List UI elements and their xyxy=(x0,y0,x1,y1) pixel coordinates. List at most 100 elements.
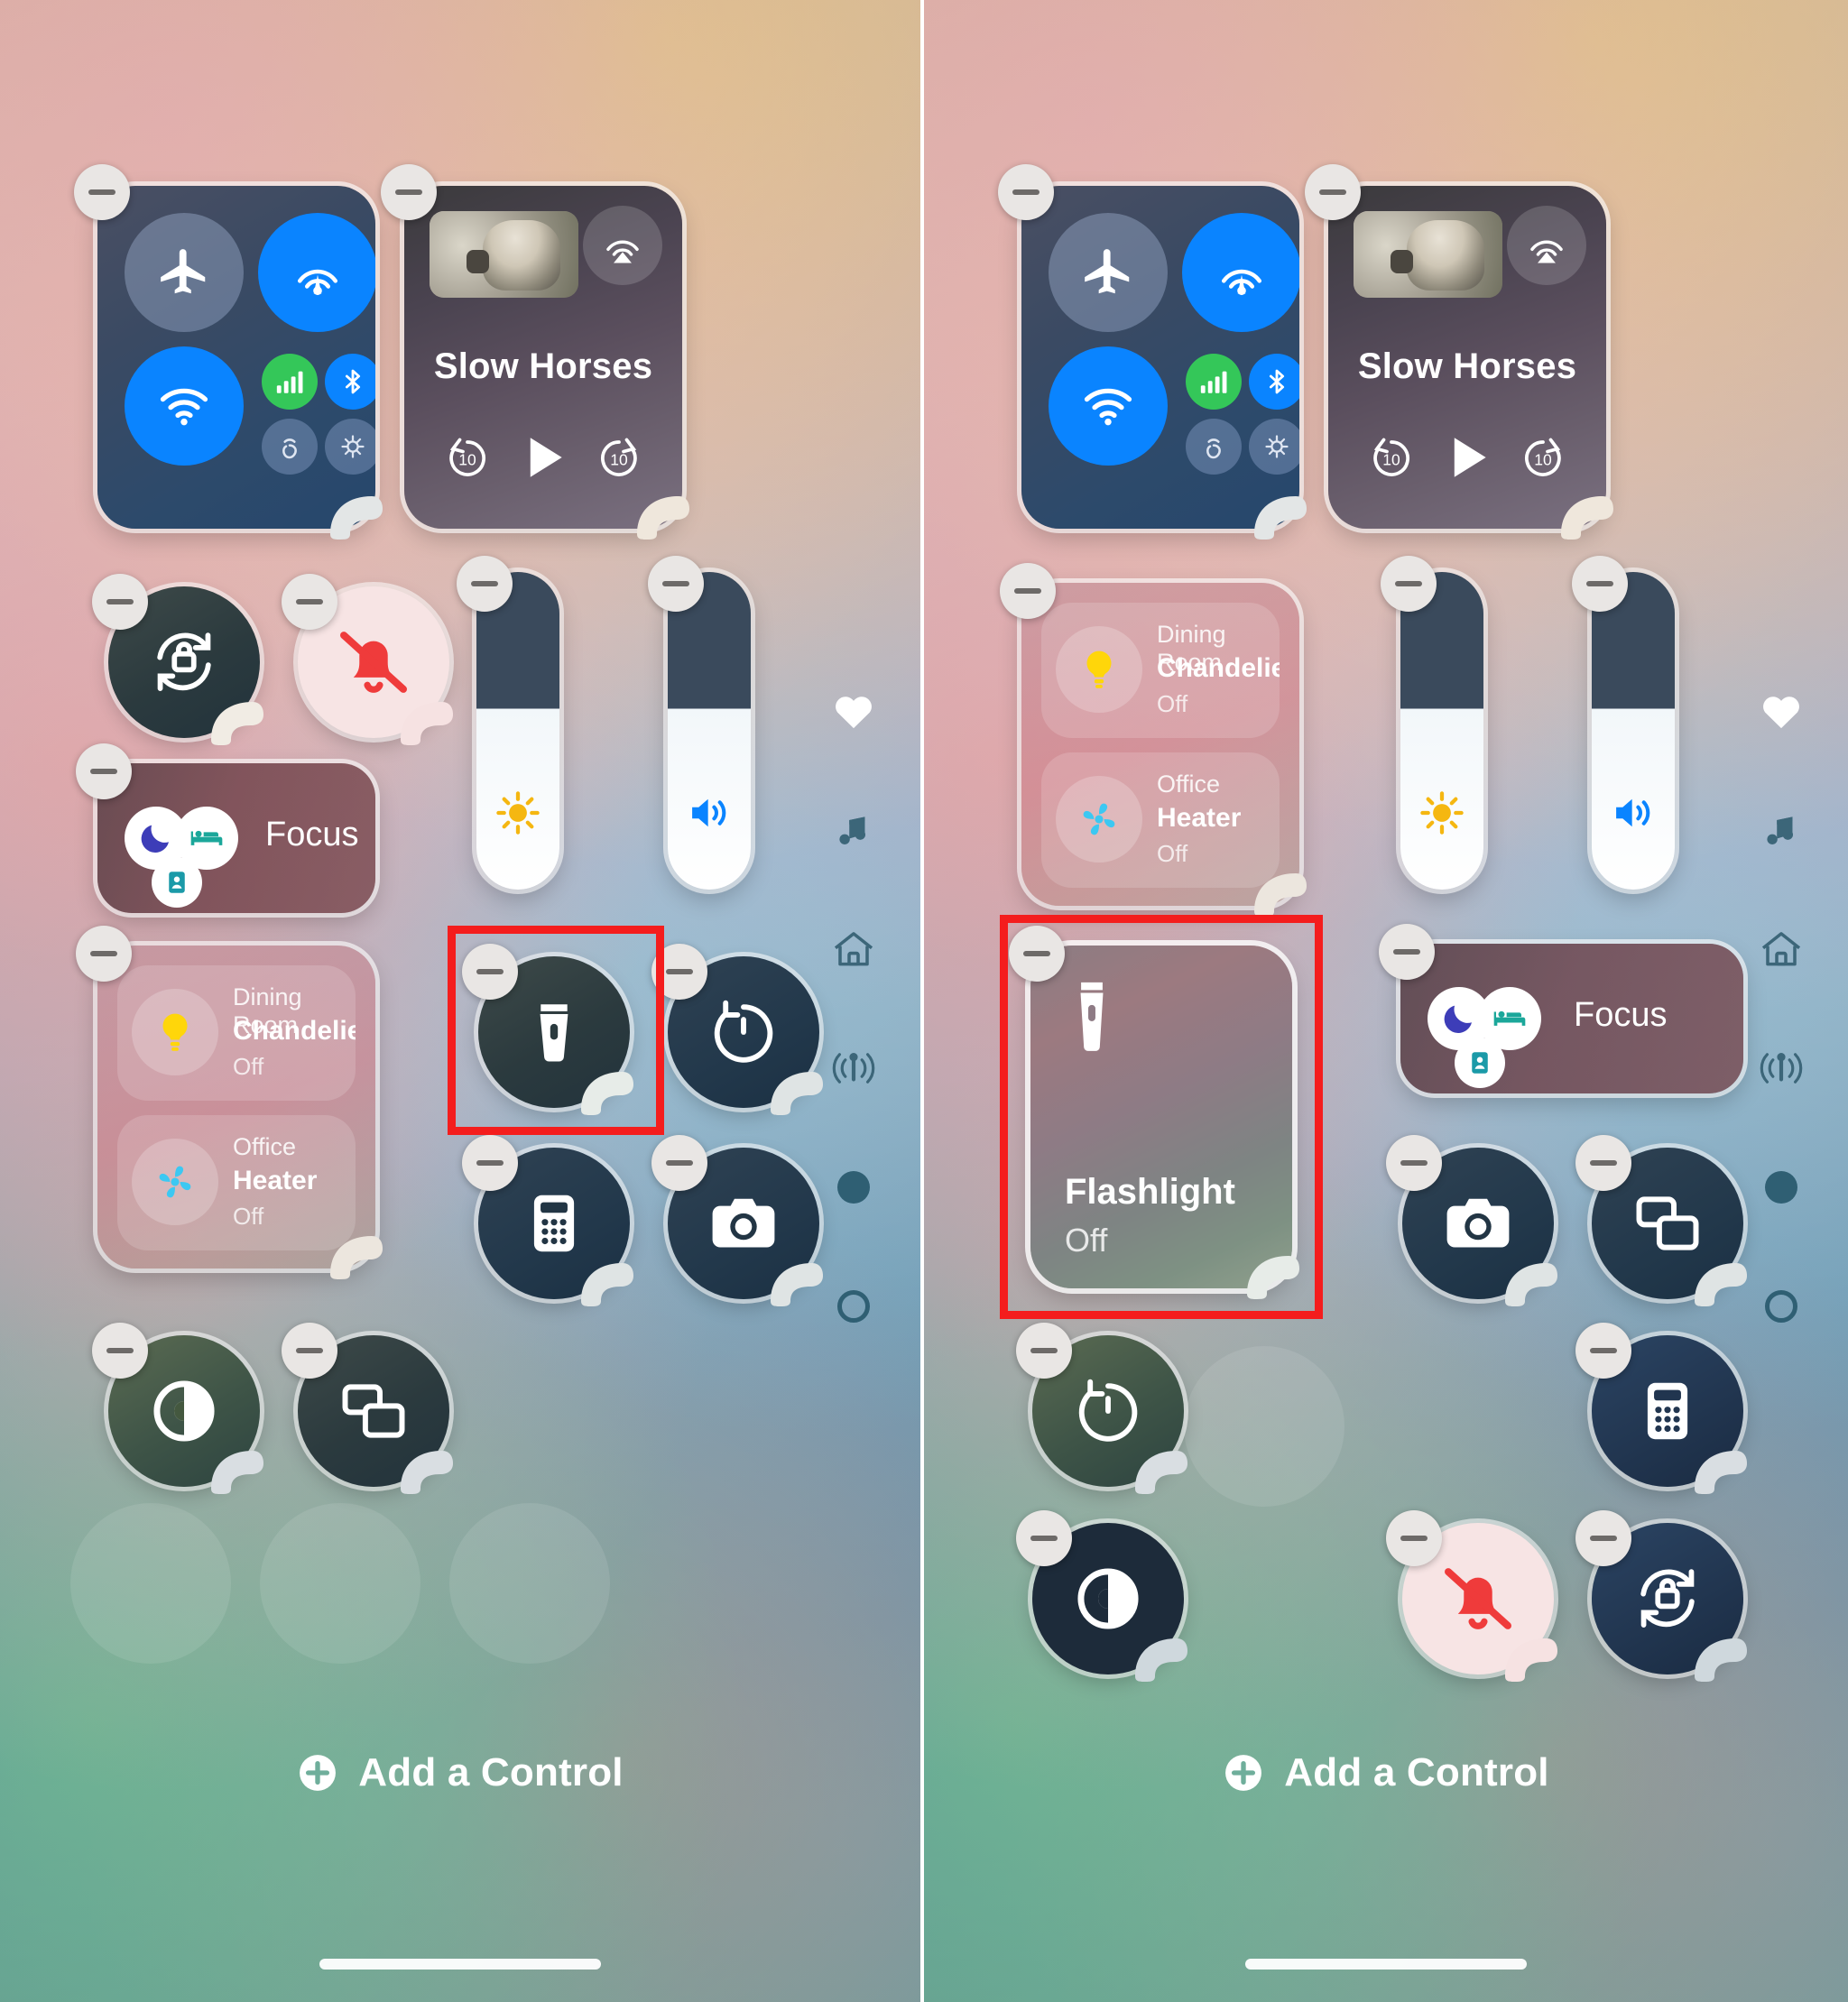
silent-mode-button[interactable] xyxy=(1386,1510,1557,1682)
remove-timer-button[interactable] xyxy=(651,944,707,1000)
remove-home-accessories-button[interactable] xyxy=(76,926,132,982)
wifi-toggle[interactable] xyxy=(125,346,244,466)
remove-camera-button[interactable] xyxy=(651,1135,707,1191)
now-playing-module[interactable]: Slow Horses 10 10 xyxy=(381,164,689,540)
bluetooth-toggle[interactable] xyxy=(325,354,375,410)
skip-forward-10-button[interactable]: 10 xyxy=(588,427,650,488)
connectivity-module[interactable] xyxy=(998,164,1307,540)
rail-page-dot-filled[interactable] xyxy=(828,1162,879,1213)
dining-room-chandelier-control[interactable]: Dining Room Chandelier Off xyxy=(117,965,356,1101)
remove-calculator-button[interactable] xyxy=(1575,1323,1631,1379)
remove-dark-mode-button[interactable] xyxy=(92,1323,148,1379)
office-heater-control[interactable]: Office Heater Off xyxy=(117,1115,356,1250)
remove-silent-mode-button[interactable] xyxy=(1386,1510,1442,1566)
dining-room-chandelier-control[interactable]: Dining Room Chandelier Off xyxy=(1041,603,1280,738)
cellular-data-toggle[interactable] xyxy=(262,354,318,410)
rail-media-icon[interactable] xyxy=(828,805,879,855)
rail-media-icon[interactable] xyxy=(1756,805,1806,855)
skip-back-10-button[interactable]: 10 xyxy=(437,427,498,488)
rail-home-icon[interactable] xyxy=(828,924,879,974)
rail-connectivity-icon[interactable] xyxy=(1756,1043,1806,1093)
now-playing-module[interactable]: Slow Horses 10 10 xyxy=(1305,164,1613,540)
add-a-control-button[interactable]: Add a Control xyxy=(0,1750,920,1795)
bluetooth-toggle[interactable] xyxy=(1249,354,1299,410)
remove-brightness-button[interactable] xyxy=(1381,556,1437,612)
rail-page-dot-outline[interactable] xyxy=(828,1281,879,1332)
airplane-mode-toggle[interactable] xyxy=(125,213,244,332)
rotation-lock-button[interactable] xyxy=(1575,1510,1747,1682)
home-accessories-module[interactable]: Dining Room Chandelier Off Office Heater… xyxy=(1000,563,1307,917)
office-heater-control[interactable]: Office Heater Off xyxy=(1041,752,1280,888)
remove-screen-mirroring-button[interactable] xyxy=(282,1323,337,1379)
play-button[interactable] xyxy=(508,422,578,493)
rail-connectivity-icon[interactable] xyxy=(828,1043,879,1093)
remove-focus-button[interactable] xyxy=(1379,924,1435,980)
dark-mode-button[interactable] xyxy=(1016,1510,1187,1682)
rail-favorites-icon[interactable] xyxy=(828,686,879,736)
flashlight-button[interactable] xyxy=(462,944,633,1115)
flashlight-control-expanded[interactable]: Flashlight Off xyxy=(1009,926,1299,1299)
screen-mirroring-button[interactable] xyxy=(282,1323,453,1494)
remove-rotation-lock-button[interactable] xyxy=(1575,1510,1631,1566)
camera-button[interactable] xyxy=(1386,1135,1557,1306)
remove-flashlight-button[interactable] xyxy=(1009,926,1065,982)
silent-mode-button[interactable] xyxy=(282,574,453,745)
airplay-button[interactable] xyxy=(583,206,662,285)
remove-dark-mode-button[interactable] xyxy=(1016,1510,1072,1566)
volume-slider[interactable] xyxy=(1572,556,1675,890)
remove-connectivity-button[interactable] xyxy=(998,164,1054,220)
remove-rotation-lock-button[interactable] xyxy=(92,574,148,630)
remove-calculator-button[interactable] xyxy=(462,1135,518,1191)
remove-connectivity-button[interactable] xyxy=(74,164,130,220)
volume-slider[interactable] xyxy=(648,556,751,890)
connectivity-module[interactable] xyxy=(74,164,383,540)
camera-button[interactable] xyxy=(651,1135,823,1306)
remove-volume-button[interactable] xyxy=(1572,556,1628,612)
remove-media-button[interactable] xyxy=(1305,164,1361,220)
remove-camera-button[interactable] xyxy=(1386,1135,1442,1191)
dark-mode-button[interactable] xyxy=(92,1323,263,1494)
empty-slot[interactable] xyxy=(449,1503,610,1664)
cellular-data-toggle[interactable] xyxy=(1186,354,1242,410)
remove-screen-mirroring-button[interactable] xyxy=(1575,1135,1631,1191)
add-a-control-button[interactable]: Add a Control xyxy=(924,1750,1848,1795)
empty-slot[interactable] xyxy=(260,1503,420,1664)
rail-page-dot-filled[interactable] xyxy=(1756,1162,1806,1213)
airplane-mode-toggle[interactable] xyxy=(1049,213,1168,332)
remove-focus-button[interactable] xyxy=(76,743,132,799)
remove-volume-button[interactable] xyxy=(648,556,704,612)
remove-silent-mode-button[interactable] xyxy=(282,574,337,630)
satellite-toggle[interactable] xyxy=(325,419,375,475)
brightness-slider[interactable] xyxy=(457,556,559,890)
rail-favorites-icon[interactable] xyxy=(1756,686,1806,736)
empty-slot[interactable] xyxy=(1184,1346,1344,1507)
screen-mirroring-button[interactable] xyxy=(1575,1135,1747,1306)
brightness-slider[interactable] xyxy=(1381,556,1483,890)
timer-button[interactable] xyxy=(651,944,823,1115)
rotation-lock-button[interactable] xyxy=(92,574,263,745)
skip-forward-10-button[interactable]: 10 xyxy=(1512,427,1574,488)
airdrop-toggle[interactable] xyxy=(1182,213,1299,332)
airdrop-toggle[interactable] xyxy=(258,213,375,332)
satellite-toggle[interactable] xyxy=(1249,419,1299,475)
rail-home-icon[interactable] xyxy=(1756,924,1806,974)
play-button[interactable] xyxy=(1432,422,1502,493)
personal-hotspot-toggle[interactable] xyxy=(1186,419,1242,475)
wifi-toggle[interactable] xyxy=(1049,346,1168,466)
airplay-button[interactable] xyxy=(1507,206,1586,285)
home-accessories-module[interactable]: Dining Room Chandelier Off Office Heater… xyxy=(76,926,383,1279)
timer-button[interactable] xyxy=(1016,1323,1187,1494)
remove-timer-button[interactable] xyxy=(1016,1323,1072,1379)
focus-control[interactable]: Focus xyxy=(1379,924,1743,1093)
skip-back-10-button[interactable]: 10 xyxy=(1361,427,1422,488)
remove-media-button[interactable] xyxy=(381,164,437,220)
focus-control[interactable]: Focus xyxy=(76,743,375,913)
remove-brightness-button[interactable] xyxy=(457,556,513,612)
rail-page-dot-outline[interactable] xyxy=(1756,1281,1806,1332)
empty-slot[interactable] xyxy=(70,1503,231,1664)
calculator-button[interactable] xyxy=(462,1135,633,1306)
calculator-button[interactable] xyxy=(1575,1323,1747,1494)
remove-home-accessories-button[interactable] xyxy=(1000,563,1056,619)
personal-hotspot-toggle[interactable] xyxy=(262,419,318,475)
remove-flashlight-button[interactable] xyxy=(462,944,518,1000)
